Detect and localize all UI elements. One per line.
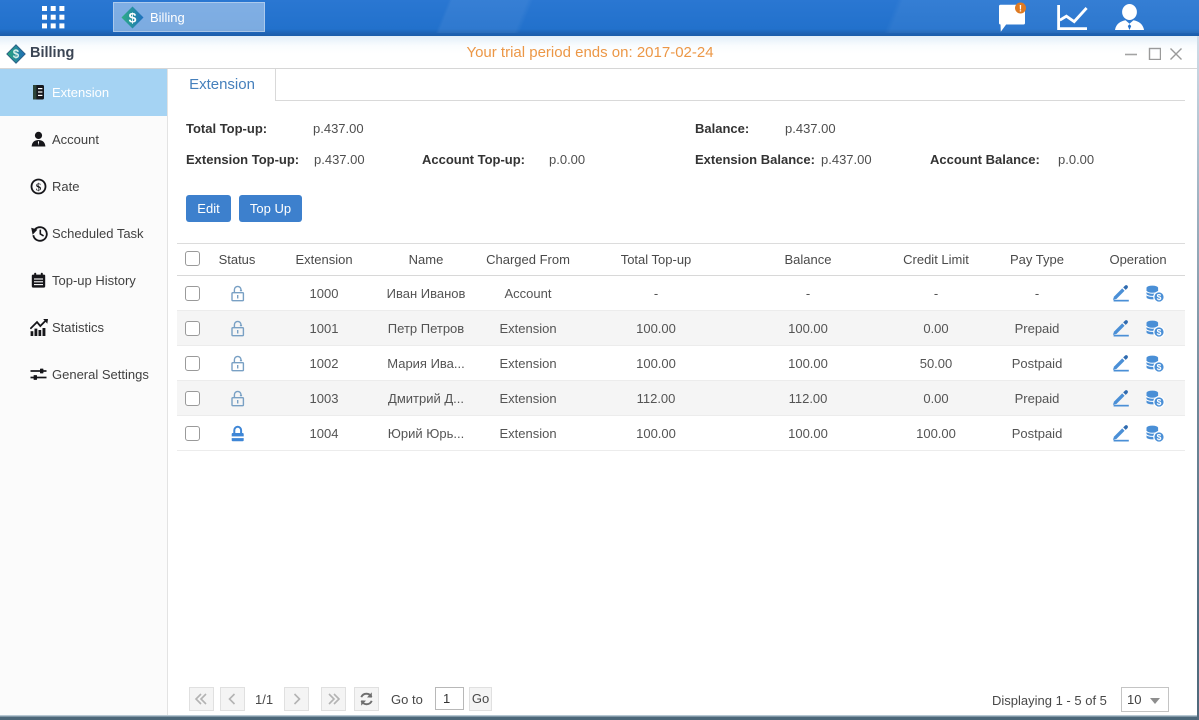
svg-text:$: $ <box>129 10 137 26</box>
svg-text:$: $ <box>1157 292 1162 302</box>
svg-text:$: $ <box>1157 397 1162 407</box>
svg-text:$: $ <box>36 182 42 194</box>
svg-text:!: ! <box>1019 3 1022 14</box>
svg-text:$: $ <box>1157 327 1162 337</box>
svg-text:$: $ <box>1157 362 1162 372</box>
svg-text:$: $ <box>1157 432 1162 442</box>
